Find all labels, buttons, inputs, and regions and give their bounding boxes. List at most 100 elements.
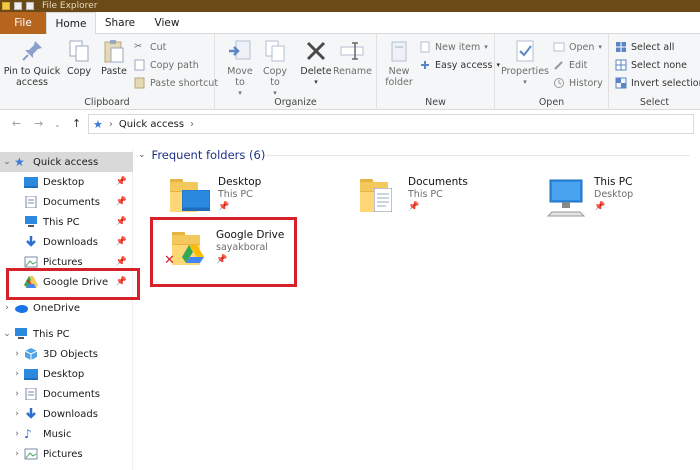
chevron-right-icon[interactable]: › — [10, 449, 24, 459]
rename-button[interactable]: Rename — [333, 38, 372, 77]
copy-path-button[interactable]: Copy path — [134, 58, 199, 72]
folder-name: Desktop — [218, 176, 262, 188]
rename-icon — [339, 38, 365, 64]
nav-pc-desktop[interactable]: › Desktop — [0, 364, 133, 384]
nav-this-pc[interactable]: ⌄ This PC — [0, 324, 133, 344]
chevron-right-icon[interactable]: › — [10, 409, 24, 419]
up-arrow-icon[interactable]: ↑ — [72, 117, 81, 130]
tab-view[interactable]: View — [146, 12, 188, 34]
download-arrow-icon — [24, 408, 38, 420]
chevron-down-icon[interactable]: ⌄ — [0, 329, 14, 339]
navigation-pane: ⌄ ★ Quick access Desktop 📌 Documents 📌 T… — [0, 148, 133, 470]
recent-chevron-icon[interactable]: ⌄ — [54, 120, 61, 129]
select-all-button[interactable]: Select all — [615, 40, 674, 54]
nav-pc-3d-objects-label: 3D Objects — [43, 348, 99, 360]
tab-home[interactable]: Home — [46, 12, 96, 35]
cut-button[interactable]: ✂ Cut — [134, 40, 166, 54]
nav-pinned-pictures-label: Pictures — [43, 256, 83, 268]
scissors-icon: ✂ — [134, 41, 142, 52]
quick-access-star-icon: ★ — [14, 155, 25, 169]
select-all-icon — [615, 41, 627, 53]
section-divider — [266, 155, 690, 156]
navigation-bar: ← → ⌄ ↑ ★ › Quick access › — [0, 112, 700, 136]
delete-button[interactable]: Delete ▾ — [299, 38, 333, 88]
properties-label: Properties — [500, 66, 549, 77]
chevron-right-icon[interactable]: › — [10, 369, 24, 379]
pin-label: Pin to Quick access — [3, 66, 61, 88]
nav-pc-desktop-label: Desktop — [43, 368, 85, 380]
chevron-down-icon[interactable]: ⌄ — [0, 157, 14, 167]
new-folder-quick-icon[interactable] — [26, 2, 34, 10]
new-folder-button[interactable]: New folder — [381, 38, 417, 88]
pin-to-quick-access-button[interactable]: Pin to Quick access — [2, 38, 62, 88]
paste-icon — [101, 38, 127, 64]
chevron-right-icon[interactable]: › — [0, 303, 14, 313]
open-label: Open — [569, 41, 595, 53]
new-item-button[interactable]: New item ▾ — [419, 40, 488, 54]
nav-pc-3d-objects[interactable]: › 3D Objects — [0, 344, 133, 364]
chevron-right-icon[interactable]: › — [10, 429, 24, 439]
nav-pinned-downloads[interactable]: Downloads 📌 — [0, 232, 133, 252]
nav-quick-access[interactable]: ⌄ ★ Quick access — [0, 152, 133, 172]
nav-pc-music[interactable]: › ♪ Music — [0, 424, 133, 444]
chevron-right-icon[interactable]: › — [10, 389, 24, 399]
copy-button[interactable]: Copy — [64, 38, 94, 77]
nav-pinned-documents-label: Documents — [43, 196, 101, 208]
edit-button[interactable]: Edit — [553, 58, 587, 72]
copy-path-label: Copy path — [150, 59, 199, 71]
move-to-button[interactable]: Move to ▾ — [223, 38, 257, 99]
copy-path-icon — [134, 59, 146, 71]
invert-selection-icon — [615, 77, 627, 89]
back-arrow-icon[interactable]: ← — [12, 117, 21, 130]
folder-icon — [2, 2, 10, 10]
nav-pinned-documents[interactable]: Documents 📌 — [0, 192, 133, 212]
select-none-button[interactable]: Select none — [615, 58, 687, 72]
nav-pinned-this-pc[interactable]: This PC 📌 — [0, 212, 133, 232]
content-area: ⌄ Frequent folders (6) Desktop This PC 📌… — [138, 140, 700, 470]
folder-location: This PC — [218, 189, 253, 200]
paste-shortcut-button[interactable]: Paste shortcut — [134, 76, 218, 90]
properties-quick-icon[interactable] — [14, 2, 22, 10]
copy-to-label: Copy to — [262, 66, 288, 88]
address-path: Quick access — [118, 118, 185, 130]
invert-selection-button[interactable]: Invert selection — [615, 76, 700, 90]
paste-button[interactable]: Paste — [98, 38, 130, 77]
address-bar[interactable]: ★ › Quick access › — [88, 114, 694, 134]
new-folder-label: New folder — [385, 66, 413, 88]
ribbon-tabs: File Home Share View — [0, 12, 700, 35]
open-button[interactable]: Open ▾ — [553, 40, 602, 54]
frequent-folders-header[interactable]: ⌄ Frequent folders (6) — [138, 148, 265, 162]
history-button[interactable]: History — [553, 76, 603, 90]
forward-arrow-icon[interactable]: → — [34, 117, 43, 130]
nav-pc-documents[interactable]: › Documents — [0, 384, 133, 404]
tab-file[interactable]: File — [0, 12, 46, 34]
chevron-down-icon: ▾ — [598, 43, 602, 51]
copy-to-button[interactable]: Copy to ▾ — [259, 38, 291, 99]
nav-pinned-desktop[interactable]: Desktop 📌 — [0, 172, 133, 192]
folder-location: This PC — [408, 189, 443, 200]
folder-tile-this-pc[interactable]: This PC Desktop 📌 — [536, 174, 686, 224]
desktop-folder-icon — [170, 178, 210, 214]
nav-pinned-downloads-label: Downloads — [43, 236, 98, 248]
music-note-icon: ♪ — [24, 427, 32, 441]
nav-pc-pictures[interactable]: › Pictures — [0, 444, 133, 464]
desktop-icon — [24, 368, 38, 380]
section-title: Frequent folders (6) — [151, 148, 266, 162]
select-group: Select all Select none Invert selection … — [609, 34, 700, 110]
folder-location: Desktop — [594, 189, 634, 200]
nav-onedrive[interactable]: › OneDrive — [0, 298, 133, 318]
title-bar: File Explorer — [0, 0, 700, 12]
path-separator-icon: › — [108, 118, 113, 130]
easy-access-button[interactable]: Easy access ▾ — [419, 58, 500, 72]
tab-share[interactable]: Share — [100, 12, 140, 34]
delete-icon — [303, 38, 329, 64]
nav-quick-access-label: Quick access — [33, 156, 99, 168]
chevron-down-icon: ▾ — [484, 43, 488, 51]
properties-button[interactable]: Properties ▾ — [499, 38, 551, 88]
folder-tile-documents[interactable]: Documents This PC 📌 — [350, 174, 500, 224]
chevron-right-icon[interactable]: › — [10, 349, 24, 359]
nav-onedrive-label: OneDrive — [33, 302, 81, 314]
nav-pc-downloads[interactable]: › Downloads — [0, 404, 133, 424]
copy-icon — [66, 38, 92, 64]
nav-pc-documents-label: Documents — [43, 388, 101, 400]
